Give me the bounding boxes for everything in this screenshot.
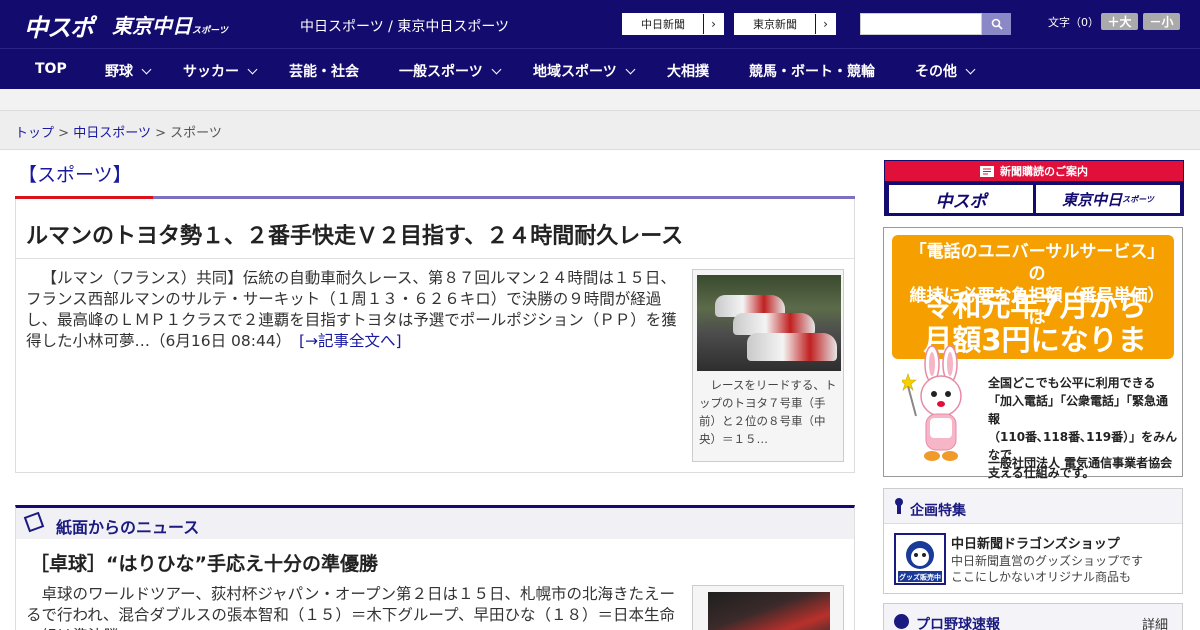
ad-organization: 一般社団法人 電気通信事業者協会: [988, 456, 1173, 470]
pro-baseball-title: プロ野球速報: [916, 617, 1000, 630]
nav-item-baseball[interactable]: 野球: [105, 61, 152, 81]
dragons-shop-thumbnail-label: グッズ販売中: [899, 573, 941, 582]
article-divider: [16, 258, 854, 259]
pro-baseball-box: プロ野球速報 詳細 ＞: [883, 603, 1183, 630]
nav-item-label: TOP: [35, 61, 67, 77]
newspaper-icon: [980, 165, 994, 177]
ad-line-3-text: 令和元年7月から: [923, 289, 1147, 323]
main-nav: TOP 野球 サッカー 芸能・社会 一般スポーツ 地域スポーツ 大相撲 競馬・ボ…: [0, 48, 1200, 89]
nav-item-entertainment[interactable]: 芸能・社会: [289, 61, 359, 81]
paper-news-body: 卓球のワールドツアー、荻村杯ジャパン・オープン第２日は１５日、札幌市の北海きたえ…: [26, 585, 675, 630]
article-photo-box[interactable]: レースをリードする、トップのトヨタ７号車（手前）と２位の８号車（中央）＝１５…: [692, 269, 844, 462]
paper-news-headline[interactable]: ［卓球］“はりひな”手応え十分の準優勝: [30, 549, 378, 576]
feature-header: 企画特集: [884, 489, 1182, 524]
breadcrumb: トップ > 中日スポーツ > スポーツ: [15, 122, 222, 141]
chunichi-shimbun-label: 中日新聞: [641, 18, 685, 31]
breadcrumb-separator: >: [58, 126, 70, 141]
nav-item-local-sports[interactable]: 地域スポーツ: [533, 61, 636, 81]
nav-item-label: 大相撲: [667, 64, 709, 80]
ad-small-1: 全国どこでも公平に利用できる: [988, 376, 1156, 390]
subscription-chuspo-logo[interactable]: 中スポ: [889, 185, 1033, 213]
dragons-shop-title[interactable]: 中日新聞ドラゴンズショップ: [951, 533, 1120, 552]
subscription-tokyo-logo-text: 東京中日: [1062, 190, 1123, 209]
site-header: 中スポ 東京中日スポーツ 中日スポーツ / 東京中日スポーツ 中日新聞 › 東京…: [0, 0, 1200, 48]
paper-news-photo[interactable]: [708, 592, 830, 630]
breadcrumb-separator: >: [155, 126, 166, 141]
feature-title: 企画特集: [910, 503, 966, 519]
font-size-label: 文字（0）: [1048, 16, 1099, 29]
paper-news-title: 紙面からのニュース: [56, 518, 200, 537]
subscription-title: 新聞購読のご案内: [1000, 165, 1088, 178]
breadcrumb-bar: トップ > 中日スポーツ > スポーツ: [0, 111, 1200, 150]
nav-item-other[interactable]: その他: [915, 61, 976, 81]
tokyo-chunichi-logo-small: スポーツ: [192, 26, 228, 36]
nav-item-label: 芸能・社会: [289, 64, 359, 80]
article-more-link[interactable]: [→記事全文へ]: [299, 332, 402, 350]
subscription-tokyo-logo[interactable]: 東京中日 スポーツ: [1036, 185, 1180, 213]
nav-item-sumo[interactable]: 大相撲: [667, 61, 709, 81]
chevron-down-icon: [625, 64, 636, 74]
dragons-shop-thumbnail[interactable]: グッズ販売中: [894, 533, 946, 585]
article-photo[interactable]: [697, 275, 841, 371]
subscription-banner[interactable]: 新聞購読のご案内 中スポ 東京中日 スポーツ: [884, 160, 1184, 216]
tokyo-shimbun-button[interactable]: 東京新聞 ›: [734, 13, 836, 35]
newspaper-icon: [23, 511, 45, 533]
nav-item-label: 一般スポーツ: [399, 64, 483, 80]
nav-item-soccer[interactable]: サッカー: [183, 61, 258, 81]
feature-box: 企画特集 グッズ販売中 中日新聞ドラゴンズショップ 中日新聞直営のグッズショップ…: [883, 488, 1183, 594]
search-input[interactable]: [860, 13, 982, 35]
search-button[interactable]: [982, 13, 1011, 35]
chevron-down-icon: [247, 64, 258, 74]
mascot-icon: グッズ販売中: [898, 541, 942, 582]
chevron-down-icon: [491, 64, 502, 74]
nav-item-label: 地域スポーツ: [533, 64, 617, 80]
article-headline[interactable]: ルマンのトヨタ勢１、２番手快走Ｖ２目指す、２４時間耐久レース: [26, 218, 683, 250]
dragons-shop-desc-1: 中日新聞直営のグッズショップです: [951, 554, 1144, 568]
ad-small-2: 「加入電話」「公衆電話」「緊急通報: [988, 394, 1169, 426]
chevron-down-icon: [965, 64, 976, 74]
site-links[interactable]: 中日スポーツ / 東京中日スポーツ: [300, 16, 509, 36]
pin-icon: [895, 498, 903, 514]
subscription-header: 新聞購読のご案内: [885, 161, 1183, 181]
chevron-right-icon: ›: [703, 14, 723, 34]
section-title: 【スポーツ】: [18, 164, 132, 186]
chuspo-logo[interactable]: 中スポ: [24, 8, 94, 43]
breadcrumb-chunichi-sports[interactable]: 中日スポーツ: [73, 126, 151, 141]
search-icon: [991, 18, 1003, 30]
universal-service-ad[interactable]: 「電話のユニバーサルサービス」の 維持に必要な負担額（番号単価）は 令和元年7月か…: [883, 227, 1183, 480]
nav-item-racing[interactable]: 競馬・ボート・競輪: [749, 61, 875, 81]
breadcrumb-current: スポーツ: [170, 126, 222, 141]
dragons-shop-description: 中日新聞直営のグッズショップです ここにしかないオリジナル商品も: [951, 553, 1143, 585]
nav-item-label: その他: [915, 64, 957, 80]
subscription-tokyo-logo-small: スポーツ: [1122, 194, 1154, 204]
nav-item-label: サッカー: [183, 64, 239, 80]
tokyo-shimbun-label: 東京新聞: [753, 18, 797, 31]
pro-baseball-more-link[interactable]: 詳細 ＞: [1142, 614, 1182, 630]
nav-item-label: 野球: [105, 64, 133, 80]
breadcrumb-top[interactable]: トップ: [15, 126, 54, 141]
tokyo-chunichi-logo[interactable]: 東京中日スポーツ: [112, 10, 228, 39]
paper-news-photo-box[interactable]: [692, 585, 844, 630]
nav-item-general-sports[interactable]: 一般スポーツ: [399, 61, 502, 81]
font-larger-button[interactable]: ＋大: [1101, 13, 1138, 30]
nav-item-label: 競馬・ボート・競輪: [749, 64, 875, 80]
dragons-shop-desc-2: ここにしかないオリジナル商品も: [951, 570, 1132, 584]
header-spacer: [0, 89, 1200, 111]
chevron-down-icon: [141, 64, 152, 74]
chevron-right-icon: ›: [815, 14, 835, 34]
nav-item-top[interactable]: TOP: [35, 61, 67, 77]
site-links-text[interactable]: 中日スポーツ / 東京中日スポーツ: [300, 19, 509, 35]
ad-headline-panel: 「電話のユニバーサルサービス」の 維持に必要な負担額（番号単価）は 令和元年7月か…: [892, 235, 1174, 391]
baseball-icon: [894, 614, 909, 629]
tokyo-chunichi-logo-text: 東京中日: [112, 14, 192, 38]
paper-news-header: 紙面からのニュース: [15, 505, 855, 539]
article-body: 【ルマン（フランス）共同】伝統の自動車耐久レース、第８７回ルマン２４時間は１５日…: [26, 268, 686, 352]
rabbit-mascot-icon: [902, 346, 962, 461]
ad-line-1-text: 「電話のユニバーサルサービス」の: [909, 242, 1165, 284]
article-photo-caption: レースをリードする、トップのトヨタ７号車（手前）と２位の８号車（中央）＝１５…: [699, 378, 837, 446]
font-smaller-button[interactable]: －小: [1143, 13, 1180, 30]
chunichi-shimbun-button[interactable]: 中日新聞 ›: [622, 13, 724, 35]
